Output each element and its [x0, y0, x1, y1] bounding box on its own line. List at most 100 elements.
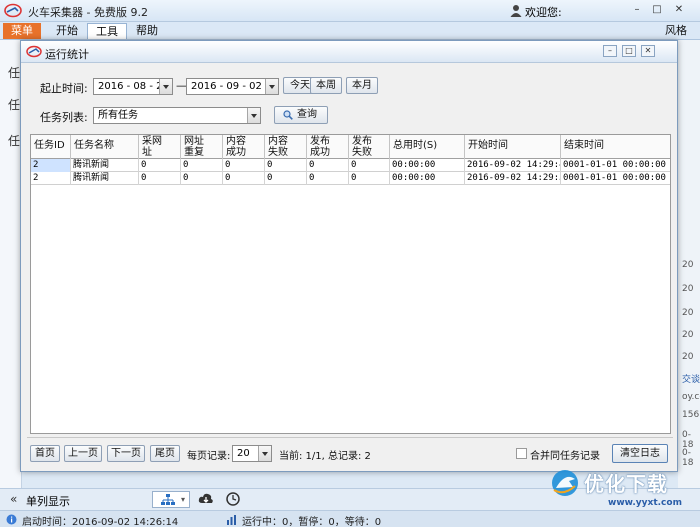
date-to-value: 2016 - 09 - 02 [191, 81, 262, 92]
maximize-icon[interactable]: □ [650, 4, 664, 16]
chevron-down-icon[interactable] [159, 79, 172, 94]
col-publish-failed[interactable]: 发布 失败 [349, 135, 390, 159]
merge-same-task-label[interactable]: 合并同任务记录 [530, 447, 600, 462]
date-to-picker[interactable]: 2016 - 09 - 02 [186, 78, 279, 95]
table-row[interactable]: 2 腾讯新闻 0 0 0 0 0 0 00:00:00 2016-09-02 1… [31, 172, 670, 185]
merge-same-task-checkbox[interactable] [516, 448, 527, 459]
close-icon[interactable]: ✕ [672, 4, 686, 16]
cell-task-id: 2 [31, 172, 71, 185]
watermark-text: 优化下载 [584, 472, 668, 496]
col-publish-success[interactable]: 发布 成功 [307, 135, 349, 159]
col-end-time[interactable]: 结束时间 [561, 135, 670, 159]
search-icon [283, 110, 293, 120]
dialog-maximize-icon[interactable]: □ [622, 45, 636, 57]
query-button[interactable]: 查询 [274, 106, 328, 124]
first-page-button[interactable]: 首页 [30, 445, 60, 462]
right-panel-fragment: 0-18 [682, 430, 694, 450]
task-list-value: 所有任务 [98, 110, 138, 121]
col-task-id[interactable]: 任务ID [31, 135, 71, 159]
menu-start[interactable]: 开始 [47, 23, 87, 39]
cell-publish-failed: 0 [349, 159, 390, 172]
cell-start-time: 2016-09-02 14:29:45 [467, 159, 561, 172]
cell-url-duplicate: 0 [181, 159, 223, 172]
cell-content-success: 0 [223, 172, 265, 185]
next-page-button[interactable]: 下一页 [107, 445, 145, 462]
left-panel-fragment: 任 [8, 66, 21, 80]
query-button-label: 查询 [297, 109, 317, 120]
col-content-failed[interactable]: 内容 失败 [265, 135, 307, 159]
col-collected-urls[interactable]: 采网 址 [139, 135, 181, 159]
cell-total-time: 00:00:00 [390, 172, 465, 185]
last-page-button[interactable]: 尾页 [150, 445, 180, 462]
cell-collected-urls: 0 [139, 172, 181, 185]
divider [27, 437, 673, 438]
table-header: 任务ID 任务名称 采网 址 网址 重复 内容 成功 内容 失败 发布 成功 发… [31, 135, 670, 159]
menu-style[interactable]: 风格 [660, 23, 692, 39]
cell-end-time: 0001-01-01 00:00:00 [561, 159, 670, 172]
cell-task-name: 腾讯新闻 [71, 172, 139, 185]
table-row[interactable]: 2 腾讯新闻 0 0 0 0 0 0 00:00:00 2016-09-02 1… [31, 159, 670, 172]
cell-publish-failed: 0 [349, 172, 390, 185]
per-page-value: 20 [237, 448, 250, 459]
dialog-close-icon[interactable]: ✕ [641, 45, 655, 57]
chevron-down-icon[interactable] [265, 79, 278, 94]
app-logo-icon [4, 3, 22, 18]
menu-main[interactable]: 菜单 [3, 23, 41, 39]
task-list-select[interactable]: 所有任务 [93, 107, 261, 124]
status-bar: 启动时间：2016-09-02 14:26:14 运行中：0，暂停：0，等待：0 [0, 510, 700, 527]
menu-help[interactable]: 帮助 [127, 23, 167, 39]
start-time-status: 启动时间：2016-09-02 14:26:14 [22, 517, 179, 527]
per-page-label: 每页记录: [187, 451, 231, 462]
minimize-icon[interactable]: – [630, 4, 644, 16]
prev-page-button[interactable]: 上一页 [64, 445, 102, 462]
statistics-table: 任务ID 任务名称 采网 址 网址 重复 内容 成功 内容 失败 发布 成功 发… [30, 134, 671, 434]
dialog-minimize-icon[interactable]: – [603, 45, 617, 57]
cell-content-failed: 0 [265, 159, 307, 172]
info-icon [6, 514, 17, 525]
this-week-button[interactable]: 本周 [310, 77, 342, 94]
col-task-name[interactable]: 任务名称 [71, 135, 139, 159]
watermark-url: www.yyxt.com [608, 498, 682, 508]
left-panel-fragment: 任 [8, 98, 21, 112]
cell-start-time: 2016-09-02 14:29:54 [467, 172, 561, 185]
cell-total-time: 00:00:00 [390, 159, 465, 172]
this-month-button[interactable]: 本月 [346, 77, 378, 94]
dialog-title-bar: 运行统计 – □ ✕ [21, 41, 677, 63]
double-chevron-left-icon[interactable]: « [10, 492, 17, 506]
date-from-picker[interactable]: 2016 - 08 - 26 [93, 78, 173, 95]
app-menu-bar: 菜单 开始 工具 帮助 风格 [0, 22, 700, 40]
single-column-label[interactable]: 单列显示 [26, 493, 70, 509]
watermark-logo-icon [552, 470, 578, 496]
chevron-down-icon[interactable] [258, 446, 271, 461]
date-range-label: 起止时间: [40, 82, 88, 95]
cell-url-duplicate: 0 [181, 172, 223, 185]
col-url-duplicate[interactable]: 网址 重复 [181, 135, 223, 159]
cell-task-id: 2 [31, 159, 71, 172]
cell-collected-urls: 0 [139, 159, 181, 172]
chevron-down-icon[interactable] [247, 108, 260, 123]
per-page-select[interactable]: 20 [232, 445, 272, 462]
right-panel-fragment: 0-18 [682, 448, 694, 468]
clear-log-button[interactable]: 清空日志 [612, 444, 668, 463]
hierarchy-icon [161, 494, 175, 505]
cell-content-success: 0 [223, 159, 265, 172]
cell-task-name: 腾讯新闻 [71, 159, 139, 172]
col-content-success[interactable]: 内容 成功 [223, 135, 265, 159]
cell-content-failed: 0 [265, 172, 307, 185]
page-info: 当前: 1/1, 总记录: 2 [279, 451, 371, 462]
cell-publish-success: 0 [307, 159, 349, 172]
cloud-download-icon[interactable] [198, 492, 214, 506]
col-start-time[interactable]: 开始时间 [465, 135, 561, 159]
col-total-time[interactable]: 总用时(S) [390, 135, 465, 159]
dialog-title: 运行统计 [45, 48, 89, 61]
right-panel-fragment: 156 [682, 410, 700, 420]
running-status: 运行中：0，暂停：0，等待：0 [242, 517, 382, 527]
app-title-bar: 火车采集器 - 免费版 9.2 欢迎您: – □ ✕ [0, 0, 700, 22]
right-panel-fragment: oy.cc [682, 392, 700, 402]
task-list-label: 任务列表: [40, 111, 88, 124]
clock-icon[interactable] [226, 492, 240, 506]
layout-button[interactable]: ▾ [152, 491, 190, 508]
dialog-logo-icon [26, 45, 42, 58]
user-greeting: 欢迎您: [525, 6, 562, 19]
menu-tools[interactable]: 工具 [87, 23, 127, 39]
